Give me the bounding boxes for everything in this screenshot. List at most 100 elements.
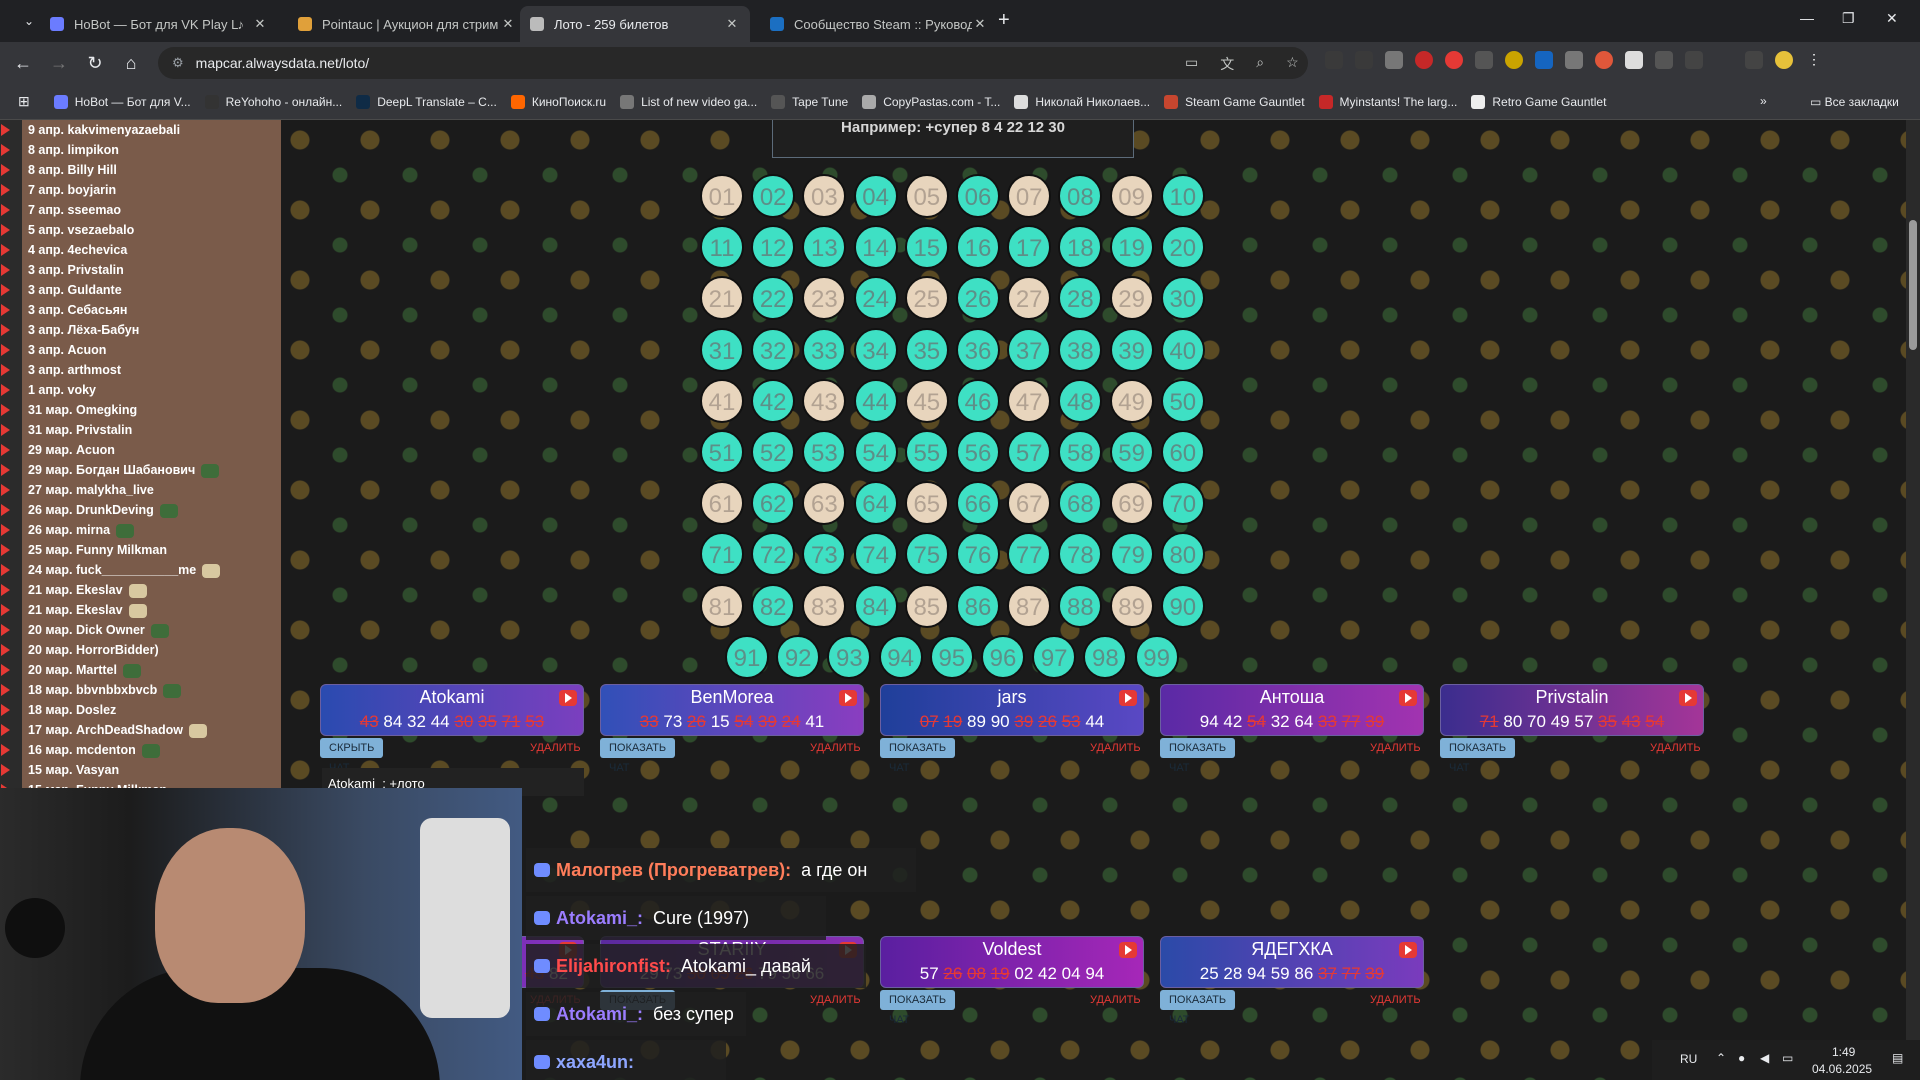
youtube-icon[interactable]: [1399, 942, 1417, 958]
number-ball[interactable]: 36: [956, 327, 1000, 372]
cast-icon[interactable]: ▭: [1185, 54, 1198, 74]
number-ball[interactable]: 87: [1007, 583, 1052, 628]
number-ball[interactable]: 35: [904, 327, 949, 372]
minimize-icon[interactable]: —: [1800, 10, 1814, 26]
mic-tray-icon[interactable]: ●: [1738, 1051, 1745, 1065]
youtube-icon[interactable]: [1679, 690, 1697, 706]
all-bookmarks[interactable]: ▭ Все закладки: [1810, 95, 1899, 109]
notifications-icon[interactable]: ▤: [1892, 1051, 1903, 1065]
extension-icon[interactable]: [1625, 51, 1643, 69]
extension-icon[interactable]: [1415, 51, 1433, 69]
profile-avatar[interactable]: [1775, 51, 1793, 69]
close-window-icon[interactable]: ✕: [1886, 10, 1898, 27]
number-ball[interactable]: 80: [1160, 532, 1205, 577]
toggle-chat-button[interactable]: ПОКАЗАТЬ ЧАТ: [1440, 738, 1516, 774]
extension-icon[interactable]: [1385, 51, 1403, 69]
youtube-icon[interactable]: [1119, 942, 1137, 958]
number-ball[interactable]: 32: [751, 327, 796, 372]
number-ball[interactable]: 03: [802, 174, 847, 218]
number-ball[interactable]: 21: [700, 276, 744, 321]
new-tab-button[interactable]: +: [998, 9, 1010, 32]
toggle-chat-button[interactable]: СКРЫТЬ ЧАТ: [320, 738, 384, 774]
number-ball[interactable]: 62: [751, 481, 796, 526]
extension-icon[interactable]: [1325, 51, 1343, 69]
bookmark-item[interactable]: Myinstants! The larg...: [1318, 94, 1457, 109]
number-ball[interactable]: 90: [1160, 583, 1205, 628]
number-ball[interactable]: 60: [1160, 430, 1205, 474]
tab-close-icon[interactable]: ✕: [252, 16, 268, 32]
number-ball[interactable]: 74: [853, 532, 898, 577]
number-ball[interactable]: 08: [1058, 174, 1103, 218]
number-ball[interactable]: 57: [1007, 430, 1052, 474]
delete-ticket-link[interactable]: УДАЛИТЬ: [1090, 742, 1141, 754]
number-ball[interactable]: 68: [1058, 481, 1103, 526]
number-ball[interactable]: 40: [1160, 327, 1205, 372]
number-ball[interactable]: 12: [751, 225, 796, 270]
bookmark-item[interactable]: Николай Николаев...: [1014, 94, 1150, 109]
number-ball[interactable]: 13: [802, 225, 847, 270]
extension-icon[interactable]: [1505, 51, 1523, 69]
number-ball[interactable]: 93: [827, 634, 872, 679]
bookmark-item[interactable]: DeepL Translate – C...: [356, 94, 497, 109]
number-ball[interactable]: 27: [1007, 276, 1052, 321]
number-ball[interactable]: 20: [1160, 225, 1205, 270]
page-scrollbar[interactable]: [1906, 120, 1920, 1040]
extension-icon[interactable]: [1655, 51, 1673, 69]
number-ball[interactable]: 26: [956, 276, 1000, 321]
bookmark-item[interactable]: Tape Tune: [771, 94, 848, 109]
number-ball[interactable]: 63: [802, 481, 847, 526]
reading-list-icon[interactable]: [1745, 51, 1763, 69]
bookmark-item[interactable]: Steam Game Gauntlet: [1164, 94, 1305, 109]
number-ball[interactable]: 34: [853, 327, 898, 372]
delete-ticket-link[interactable]: УДАЛИТЬ: [1090, 994, 1141, 1006]
bookmark-item[interactable]: CopyPastas.com - T...: [862, 94, 1000, 109]
back-icon[interactable]: ←: [10, 50, 36, 76]
youtube-icon[interactable]: [1399, 690, 1417, 706]
number-ball[interactable]: 42: [751, 378, 796, 423]
number-ball[interactable]: 92: [776, 634, 821, 679]
youtube-icon[interactable]: [559, 690, 577, 706]
number-ball[interactable]: 25: [904, 276, 949, 321]
restore-icon[interactable]: ❐: [1842, 10, 1855, 27]
forward-icon[interactable]: →: [46, 50, 72, 76]
number-ball[interactable]: 45: [904, 378, 949, 423]
number-ball[interactable]: 14: [853, 225, 898, 270]
number-ball[interactable]: 15: [904, 225, 949, 270]
number-ball[interactable]: 19: [1109, 225, 1154, 270]
number-ball[interactable]: 96: [981, 634, 1025, 679]
extension-icon[interactable]: [1355, 51, 1373, 69]
tab-0[interactable]: HoBot — Бот для VK Play L ♪ ✕: [40, 6, 278, 42]
number-ball[interactable]: 17: [1007, 225, 1052, 270]
toggle-chat-button[interactable]: ПОКАЗАТЬ ЧАТ: [600, 738, 676, 774]
youtube-icon[interactable]: [839, 690, 857, 706]
number-ball[interactable]: 39: [1109, 327, 1154, 372]
number-ball[interactable]: 06: [956, 174, 1000, 218]
extension-icon[interactable]: [1445, 51, 1463, 69]
number-ball[interactable]: 56: [956, 430, 1000, 474]
tab-search-icon[interactable]: ⌄: [16, 8, 42, 34]
number-ball[interactable]: 81: [700, 583, 744, 628]
number-ball[interactable]: 38: [1058, 327, 1103, 372]
number-ball[interactable]: 70: [1160, 481, 1205, 526]
number-ball[interactable]: 66: [956, 481, 1000, 526]
extension-icon[interactable]: [1475, 51, 1493, 69]
number-ball[interactable]: 29: [1109, 276, 1154, 321]
number-ball[interactable]: 89: [1109, 583, 1154, 628]
number-ball[interactable]: 18: [1058, 225, 1103, 270]
number-ball[interactable]: 86: [956, 583, 1000, 628]
number-ball[interactable]: 48: [1058, 378, 1103, 423]
number-ball[interactable]: 77: [1007, 532, 1052, 577]
tab-audio-icon[interactable]: ♪: [238, 17, 245, 32]
scrollbar-thumb[interactable]: [1909, 220, 1917, 350]
number-ball[interactable]: 22: [751, 276, 796, 321]
number-ball[interactable]: 02: [751, 174, 796, 218]
apps-grid-icon[interactable]: ⊞: [18, 93, 30, 110]
number-ball[interactable]: 53: [802, 430, 847, 474]
bookmark-star-icon[interactable]: ☆: [1286, 54, 1299, 74]
number-ball[interactable]: 84: [853, 583, 898, 628]
number-ball[interactable]: 88: [1058, 583, 1103, 628]
number-ball[interactable]: 11: [700, 225, 744, 270]
number-ball[interactable]: 76: [956, 532, 1000, 577]
number-ball[interactable]: 83: [802, 583, 847, 628]
number-ball[interactable]: 97: [1032, 634, 1077, 679]
